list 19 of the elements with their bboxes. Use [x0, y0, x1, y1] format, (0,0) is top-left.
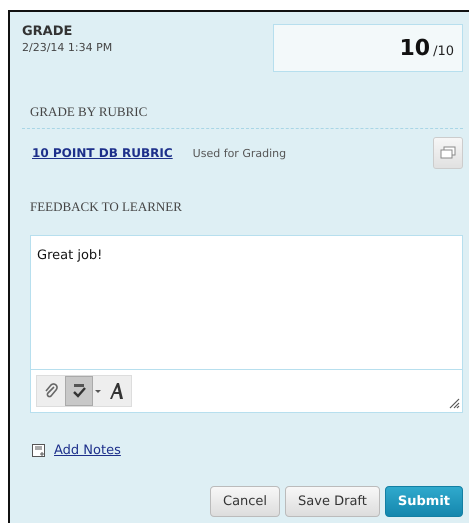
overlapping-windows-icon [440, 146, 456, 160]
resize-grip-icon[interactable] [448, 397, 460, 409]
paperclip-icon [43, 383, 59, 399]
toolbar-button[interactable] [65, 376, 93, 406]
font-icon [109, 382, 125, 400]
section-heading: FEEDBACK TO LEARNER [29, 199, 183, 215]
expand-button[interactable] [433, 137, 463, 169]
grade-title: GRADE [22, 24, 74, 39]
add-notes-link[interactable]: Add Notes [54, 443, 121, 458]
rubric-link[interactable]: 10 POINT DB RUBRIC [32, 146, 173, 160]
section-heading: GRADE BY RUBRIC [29, 104, 148, 120]
feedback-editor[interactable]: Great job! [30, 235, 463, 413]
spellcheck-icon [71, 383, 87, 399]
rubric-status: Used for Grading [192, 146, 288, 160]
grade-field[interactable]: 10/10 [273, 24, 463, 72]
action-button[interactable]: Cancel [210, 486, 280, 517]
notes-icon [32, 444, 46, 458]
grade-date: 2/23/14 1:34 PM [22, 41, 112, 54]
action-button[interactable]: Save Draft [285, 486, 380, 517]
